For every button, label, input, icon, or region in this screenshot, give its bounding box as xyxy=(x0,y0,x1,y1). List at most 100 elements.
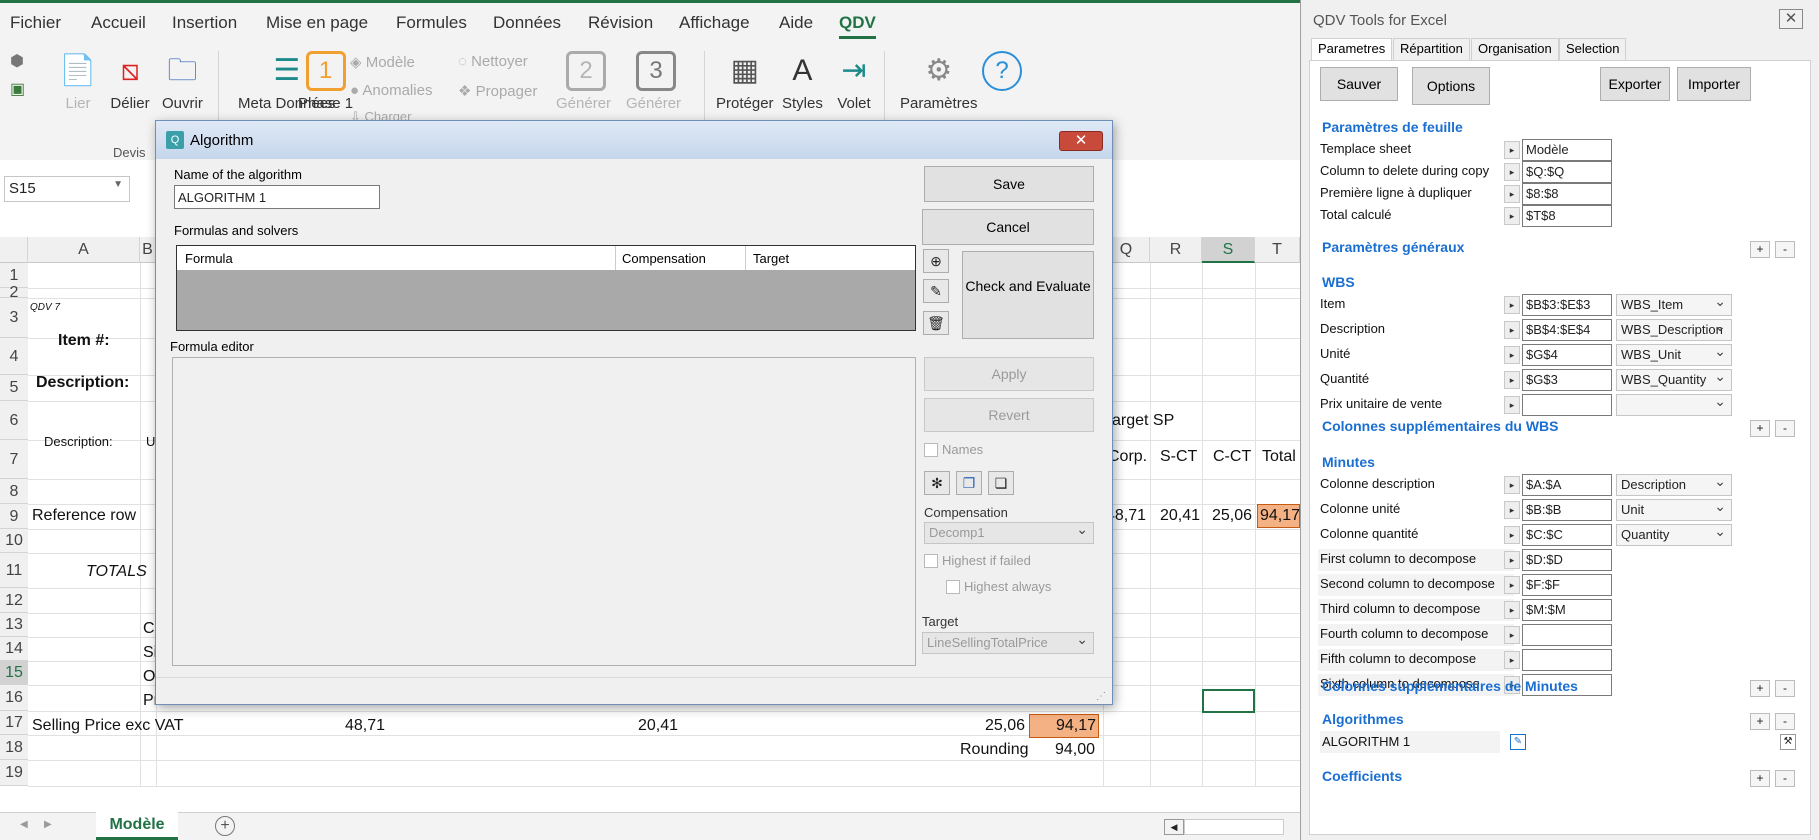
tab-accueil[interactable]: Accueil xyxy=(91,13,146,33)
prev-sheet-icon[interactable]: ◀ xyxy=(20,819,28,830)
cube-icon[interactable]: ⬢ xyxy=(10,51,24,71)
param-arrow-icon[interactable]: ▸ xyxy=(1504,551,1520,569)
param-value-input[interactable]: $D:$D xyxy=(1522,549,1612,571)
param-value-input[interactable]: $B$3:$E$3 xyxy=(1522,294,1612,316)
panel-tab-repartition[interactable]: Répartition xyxy=(1393,38,1470,60)
param-value-input[interactable]: $B:$B xyxy=(1522,499,1612,521)
row-header[interactable]: 9 xyxy=(0,504,28,529)
check-evaluate-button[interactable]: Check and Evaluate xyxy=(962,251,1094,339)
col-header-t[interactable]: T xyxy=(1255,237,1300,263)
row-header[interactable]: 11 xyxy=(0,553,28,588)
param-value-input[interactable]: $F:$F xyxy=(1522,574,1612,596)
param-arrow-icon[interactable]: ▸ xyxy=(1504,346,1520,364)
param-select[interactable]: WBS_Description xyxy=(1616,318,1732,341)
paste-icon[interactable]: ❏ xyxy=(988,471,1014,495)
panel-close-button[interactable]: ✕ xyxy=(1779,9,1803,29)
revert-button[interactable]: Revert xyxy=(924,398,1094,432)
panel-tab-parametres[interactable]: Parametres xyxy=(1311,38,1393,60)
scroll-left-icon[interactable]: ◀ xyxy=(1164,819,1184,835)
tab-fichier[interactable]: Fichier xyxy=(10,13,61,33)
param-value-input[interactable]: $M:$M xyxy=(1522,599,1612,621)
param-arrow-icon[interactable]: ▸ xyxy=(1504,651,1520,669)
ouvrir-button[interactable]: 🗀 Ouvrir xyxy=(162,51,203,112)
sauver-button[interactable]: Sauver xyxy=(1320,67,1398,101)
copy-icon[interactable]: ❐ xyxy=(956,471,982,495)
horizontal-scrollbar[interactable] xyxy=(1184,819,1284,835)
gen3-button[interactable]: 3Générer la phase 3 xyxy=(626,51,686,126)
modele-button[interactable]: ◈ Modèle xyxy=(350,53,415,71)
row-header[interactable]: 18 xyxy=(0,735,28,760)
param-value-input[interactable]: $Q:$Q xyxy=(1522,161,1612,183)
dialog-close-button[interactable]: ✕ xyxy=(1059,131,1103,151)
row-header[interactable]: 12 xyxy=(0,588,28,613)
phase1-button[interactable]: 1 Phase 1 xyxy=(298,51,353,112)
row-header[interactable]: 6 xyxy=(0,401,28,440)
param-arrow-icon[interactable]: ▸ xyxy=(1504,207,1520,225)
param-select[interactable]: WBS_Unit xyxy=(1616,343,1732,366)
col-wbs-add-button[interactable]: + xyxy=(1750,420,1770,437)
tab-affichage[interactable]: Affichage xyxy=(679,13,750,33)
compensation-select[interactable]: Decomp1 xyxy=(924,521,1094,544)
param-value-input[interactable]: $B$4:$E$4 xyxy=(1522,319,1612,341)
param-arrow-icon[interactable]: ▸ xyxy=(1504,396,1520,414)
row-header[interactable]: 2 xyxy=(0,285,28,301)
name-box[interactable]: S15 ▼ xyxy=(4,176,130,202)
col-header-r[interactable]: R xyxy=(1150,237,1202,263)
param-value-input[interactable]: $C:$C xyxy=(1522,524,1612,546)
col-minutes-add-button[interactable]: + xyxy=(1750,680,1770,697)
debug-icon[interactable]: ✻ xyxy=(924,471,950,495)
param-arrow-icon[interactable]: ▸ xyxy=(1504,476,1520,494)
target-select[interactable]: LineSellingTotalPrice xyxy=(922,631,1094,654)
active-cell-s15[interactable] xyxy=(1202,689,1255,713)
row-header[interactable]: 13 xyxy=(0,613,28,637)
param-arrow-icon[interactable]: ▸ xyxy=(1504,601,1520,619)
row-header[interactable]: 4 xyxy=(0,338,28,375)
formula-editor[interactable] xyxy=(172,357,916,666)
col-compensation[interactable]: Compensation xyxy=(622,251,706,266)
tab-mise-en-page[interactable]: Mise en page xyxy=(266,13,368,33)
param-arrow-icon[interactable]: ▸ xyxy=(1504,321,1520,339)
algo-add-button[interactable]: + xyxy=(1750,713,1770,730)
algorithm-settings-icon[interactable]: ⚒ xyxy=(1780,734,1796,750)
param-value-input[interactable]: $G$4 xyxy=(1522,344,1612,366)
param-arrow-icon[interactable]: ▸ xyxy=(1504,371,1520,389)
row-header[interactable]: 16 xyxy=(0,685,28,711)
propager-button[interactable]: ❖ Propager xyxy=(458,82,537,100)
cancel-button[interactable]: Cancel xyxy=(922,209,1094,245)
col-wbs-remove-button[interactable]: - xyxy=(1775,420,1795,437)
param-value-input[interactable]: Modèle xyxy=(1522,139,1612,161)
param-select[interactable]: Unit xyxy=(1616,498,1732,521)
param-arrow-icon[interactable]: ▸ xyxy=(1504,163,1520,181)
select-all-corner[interactable] xyxy=(0,237,28,263)
save-button[interactable]: Save xyxy=(924,166,1094,202)
options-button[interactable]: Options xyxy=(1412,67,1490,105)
col-header-a[interactable]: A xyxy=(28,237,140,263)
col-minutes-remove-button[interactable]: - xyxy=(1775,680,1795,697)
anomalies-button[interactable]: ● Anomalies xyxy=(350,82,432,99)
add-sheet-button[interactable]: + xyxy=(215,816,235,836)
coef-add-button[interactable]: + xyxy=(1750,770,1770,787)
algorithm-row[interactable]: ALGORITHM 1 xyxy=(1320,731,1500,753)
param-select[interactable] xyxy=(1616,393,1732,416)
resize-grip-icon[interactable]: ⋰ xyxy=(1096,691,1106,702)
gen2-button[interactable]: 2Générer la phase 2 xyxy=(556,51,616,126)
coef-remove-button[interactable]: - xyxy=(1775,770,1795,787)
col-target[interactable]: Target xyxy=(753,251,789,266)
row-header[interactable]: 19 xyxy=(0,760,28,786)
param-arrow-icon[interactable]: ▸ xyxy=(1504,626,1520,644)
row-header[interactable]: 17 xyxy=(0,711,28,735)
row-header[interactable]: 15 xyxy=(0,661,28,685)
param-value-input[interactable] xyxy=(1522,394,1612,416)
help-button[interactable]: ? xyxy=(982,51,1022,95)
param-value-input[interactable] xyxy=(1522,649,1612,671)
param-value-input[interactable]: $8:$8 xyxy=(1522,183,1612,205)
row-header[interactable]: 14 xyxy=(0,637,28,661)
param-select[interactable]: WBS_Item xyxy=(1616,293,1732,316)
col-formula[interactable]: Formula xyxy=(185,251,233,266)
row-header[interactable]: 8 xyxy=(0,479,28,504)
tab-revision[interactable]: Révision xyxy=(588,13,653,33)
algo-remove-button[interactable]: - xyxy=(1775,713,1795,730)
tab-donnees[interactable]: Données xyxy=(493,13,561,33)
param-value-input[interactable]: $T$8 xyxy=(1522,205,1612,227)
tab-qdv[interactable]: QDV xyxy=(839,13,876,39)
